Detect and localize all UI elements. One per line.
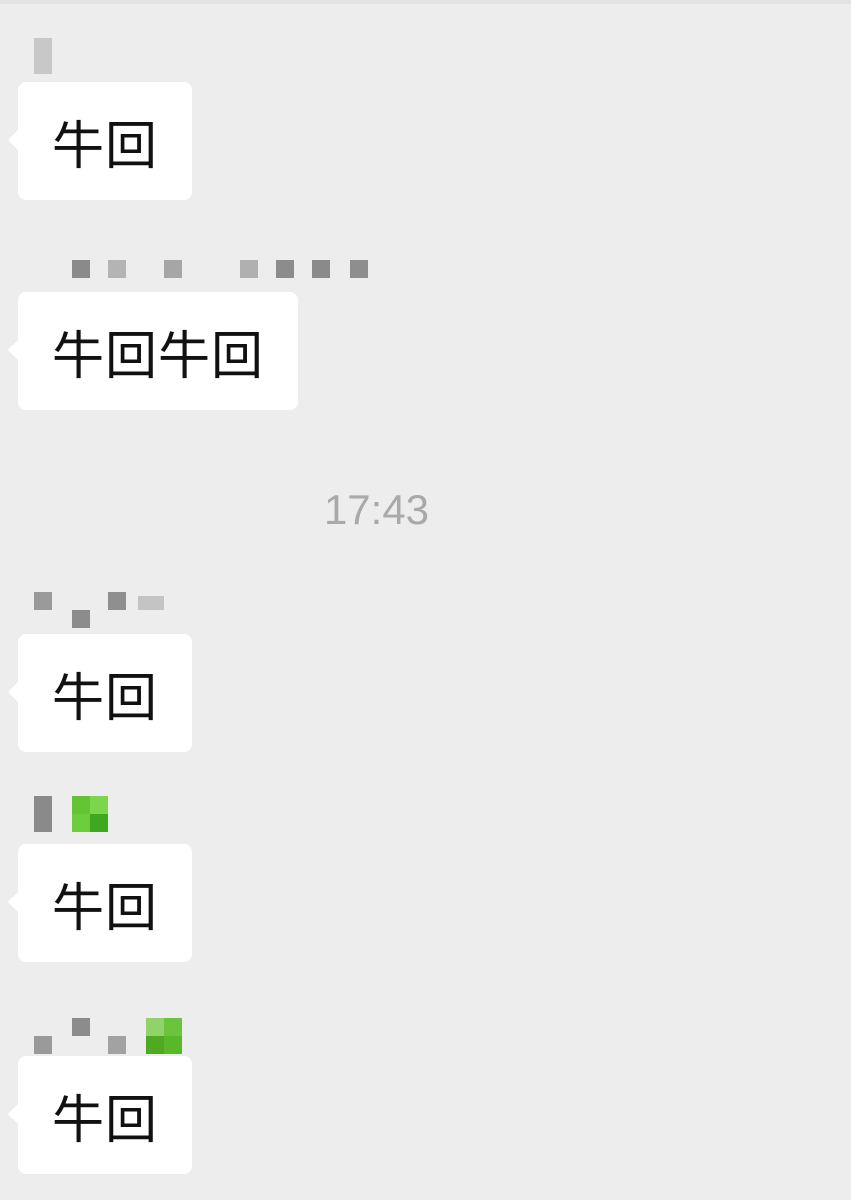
- message-text: 牛回牛回: [52, 326, 265, 387]
- message-text: 牛回: [52, 1090, 159, 1151]
- message-bubble[interactable]: 牛回牛回: [7, 292, 299, 410]
- message-bubble[interactable]: 牛回: [7, 634, 193, 752]
- message-text: 牛回: [52, 668, 159, 729]
- message-text: 牛回: [52, 116, 159, 177]
- message-text: 牛回: [52, 878, 159, 939]
- timestamp: 17:43: [323, 486, 430, 533]
- message-bubble[interactable]: 牛回: [7, 844, 193, 962]
- message-bubble[interactable]: 牛回: [7, 82, 193, 200]
- message-bubble[interactable]: 牛回: [7, 1056, 193, 1174]
- chat-message-list[interactable]: 牛回 牛回牛回 17:43 牛回 牛回 牛回: [0, 0, 851, 1200]
